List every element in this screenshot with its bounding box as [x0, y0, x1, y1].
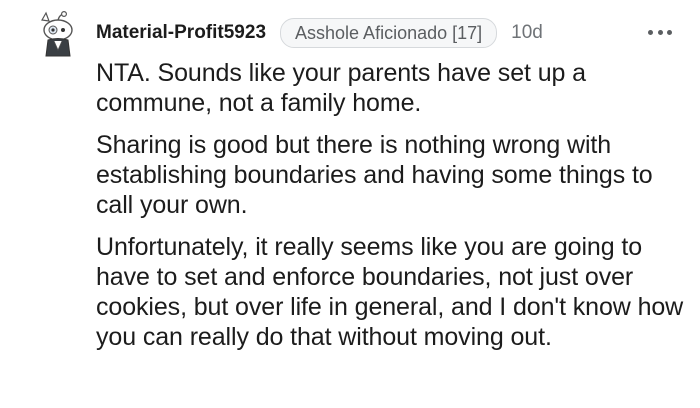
comment-age: 10d	[511, 22, 543, 43]
comment-header: Material-Profit5923 Asshole Aficionado […	[96, 18, 543, 48]
more-dot	[657, 29, 663, 35]
more-dot	[648, 29, 653, 35]
more-dot	[667, 29, 672, 35]
user-flair: Asshole Aficionado [17]	[280, 18, 498, 48]
comment: Material-Profit5923 Asshole Aficionado […	[0, 0, 700, 408]
comment-paragraph: Sharing is good but there is nothing wro…	[96, 131, 653, 219]
comment-paragraph: NTA. Sounds like your parents have set u…	[96, 59, 586, 117]
comment-paragraph: Unfortunately, it really seems like you …	[96, 233, 684, 351]
snoo-avatar-icon[interactable]	[34, 10, 82, 58]
more-horizontal-icon[interactable]	[648, 28, 672, 36]
username-link[interactable]: Material-Profit5923	[96, 22, 266, 44]
comment-body: NTA. Sounds like your parents have set u…	[96, 58, 686, 364]
